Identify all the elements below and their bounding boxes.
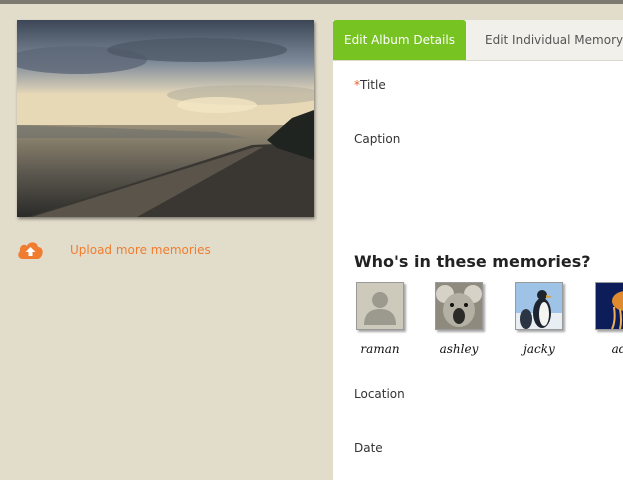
tab-edit-album-details[interactable]: Edit Album Details — [333, 20, 466, 60]
caption-label: Caption — [354, 132, 401, 146]
person-name: raman — [360, 342, 400, 356]
album-cover-photo[interactable] — [17, 20, 314, 217]
location-label: Location — [354, 387, 405, 401]
koala-photo-icon — [435, 282, 483, 330]
person-raman[interactable]: raman — [345, 282, 415, 356]
cloud-upload-icon — [17, 239, 44, 261]
title-label: *Title — [354, 78, 386, 92]
date-label: Date — [354, 441, 383, 455]
tab-edit-individual-memory[interactable]: Edit Individual Memory — [485, 20, 623, 60]
tab-bar: Edit Album Details Edit Individual Memor… — [333, 20, 623, 61]
people-heading: Who's in these memories? — [354, 252, 591, 271]
penguins-photo-icon — [515, 282, 563, 330]
person-ashley[interactable]: ashley — [424, 282, 494, 356]
jellyfish-photo-icon — [595, 282, 623, 330]
person-name: ashley — [439, 342, 479, 356]
person-name: ad — [611, 342, 623, 356]
person-ad[interactable]: ad — [584, 282, 623, 356]
title-label-text: Title — [360, 78, 386, 92]
upload-more-memories-label: Upload more memories — [70, 243, 211, 257]
default-person-icon — [356, 282, 404, 330]
upload-more-memories-link[interactable]: Upload more memories — [17, 237, 211, 263]
person-name: jacky — [523, 342, 555, 356]
person-jacky[interactable]: jacky — [504, 282, 574, 356]
